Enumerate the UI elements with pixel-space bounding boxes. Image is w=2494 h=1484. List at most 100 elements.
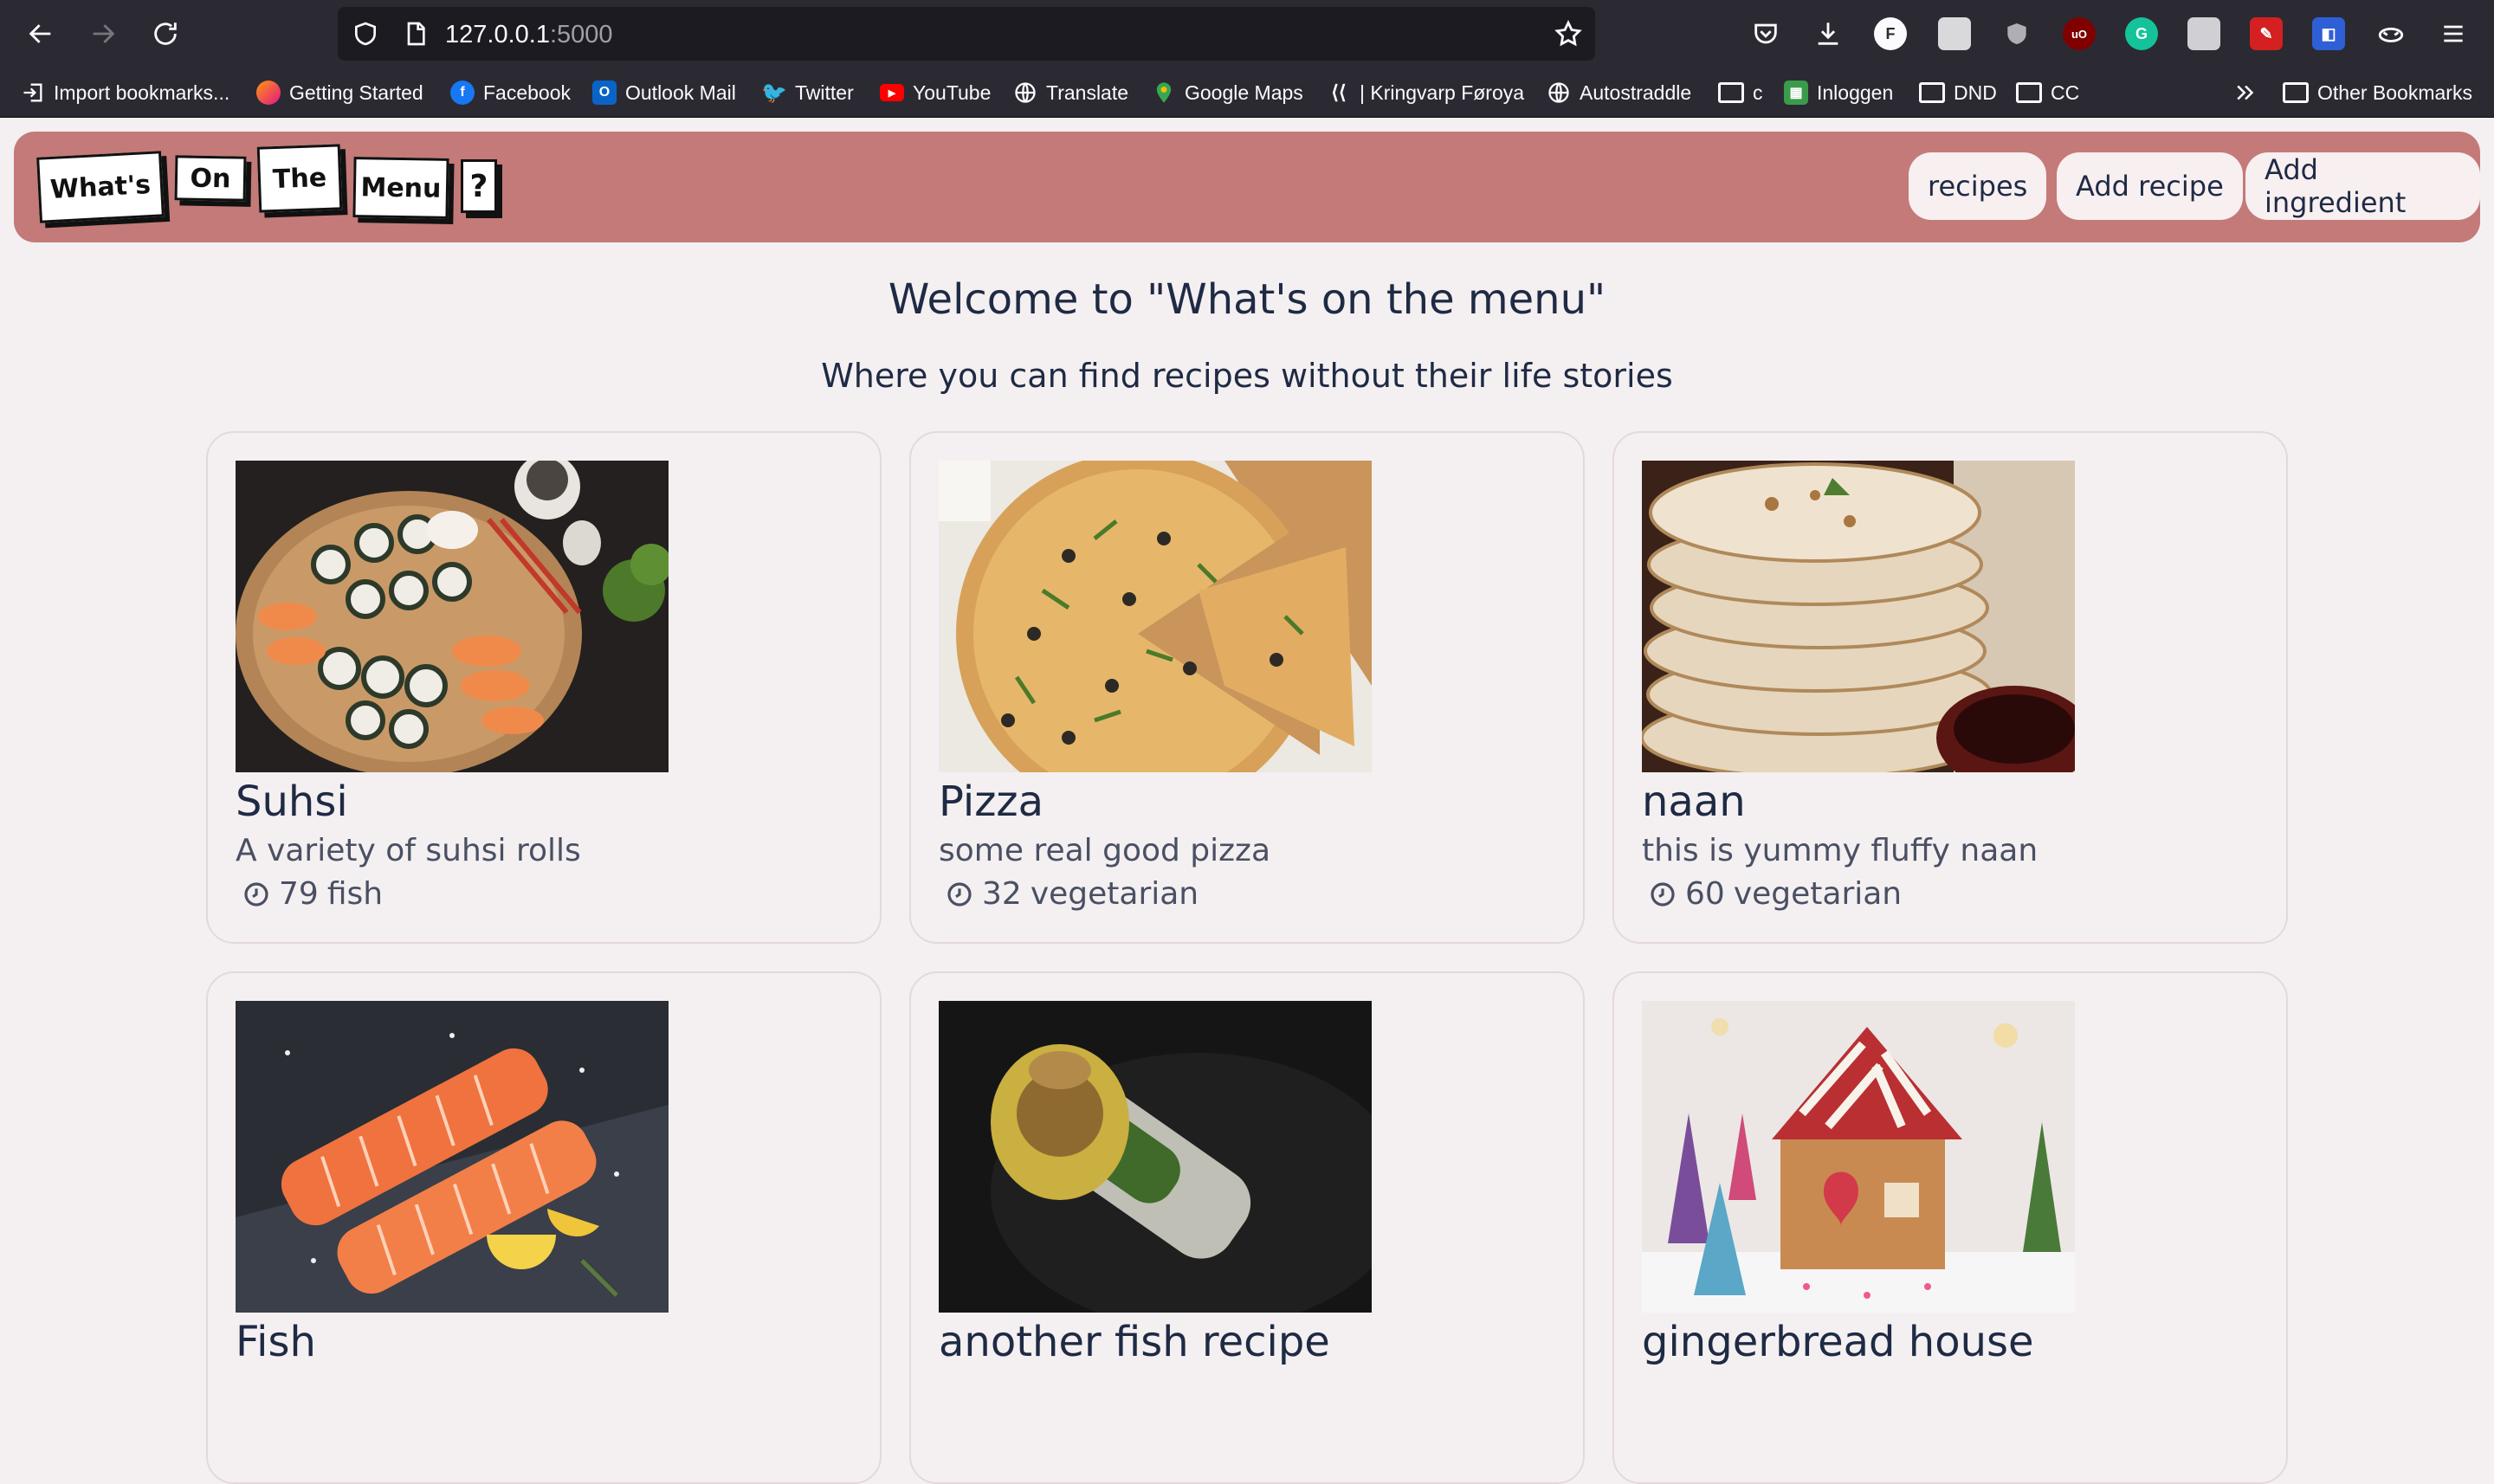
folder-icon — [1919, 82, 1945, 103]
recipe-description: this is yummy fluffy naan — [1642, 833, 2038, 868]
privacy-badger-icon[interactable] — [2000, 17, 2033, 50]
recipe-card-naan[interactable]: naan this is yummy fluffy naan 60 vegeta… — [1612, 431, 2288, 944]
bookmark-facebook[interactable]: f Facebook — [450, 76, 571, 109]
recipe-image[interactable] — [939, 461, 1372, 772]
recipe-title[interactable]: gingerbread house — [1642, 1318, 2034, 1366]
maps-pin-icon — [1156, 82, 1172, 103]
bookmark-twitter[interactable]: 🐦 Twitter — [761, 76, 854, 109]
bookmark-label: Translate — [1046, 81, 1129, 104]
recipe-meta: 60 vegetarian — [1649, 876, 1902, 912]
recipe-meta: 32 vegetarian — [946, 876, 1199, 912]
bookmark-getting-started[interactable]: Getting Started — [256, 76, 423, 109]
logo-word-question: ? — [461, 159, 497, 213]
recipe-title[interactable]: naan — [1642, 777, 1746, 826]
recipe-image[interactable] — [236, 461, 669, 772]
bookmark-label: Import bookmarks... — [54, 81, 230, 104]
nav-add-recipe[interactable]: Add recipe — [2057, 152, 2243, 220]
downloads-icon[interactable] — [1812, 17, 1845, 50]
url-bar[interactable]: 127.0.0.1:5000 — [338, 7, 1595, 61]
firefox-icon — [256, 81, 281, 105]
import-icon — [23, 83, 42, 102]
bookmark-star-icon[interactable] — [1554, 19, 1583, 48]
bookmark-label: DND — [1954, 81, 1997, 104]
recipe-title[interactable]: Pizza — [939, 777, 1043, 826]
outlook-icon: O — [592, 81, 617, 105]
recipe-image[interactable] — [1642, 1001, 2075, 1313]
recipe-card-suhsi[interactable]: Suhsi A variety of suhsi rolls 79 fish — [206, 431, 882, 944]
recipe-title[interactable]: Suhsi — [236, 777, 348, 826]
recipe-meta: 79 fish — [242, 876, 383, 912]
inloggen-icon: ▦ — [1784, 81, 1808, 105]
bookmark-label: CC — [2051, 81, 2080, 104]
bookmark-outlook[interactable]: O Outlook Mail — [592, 76, 736, 109]
clock-icon — [947, 881, 972, 907]
url-port: :5000 — [549, 21, 613, 48]
menu-icon[interactable] — [2437, 17, 2470, 50]
pen-extension-icon[interactable]: ✎ — [2250, 17, 2283, 50]
bookmark-folder-c[interactable]: c — [1718, 76, 1763, 109]
facebook-icon: f — [450, 81, 475, 105]
bookmarks-overflow-icon[interactable] — [2232, 76, 2258, 109]
blank-extension-icon[interactable] — [1938, 17, 1971, 50]
badger-extension-icon[interactable] — [2374, 17, 2407, 50]
shield-icon[interactable] — [352, 20, 379, 48]
recipe-card-gingerbread-house[interactable]: gingerbread house — [1612, 971, 2288, 1484]
bookmark-folder-cc[interactable]: CC — [2016, 76, 2079, 109]
bookmark-label: | Kringvarp Føroya — [1360, 81, 1525, 104]
pocket-icon[interactable] — [1749, 17, 1782, 50]
bookmarks-bar: Import bookmarks... Getting Started f Fa… — [0, 68, 2494, 118]
bookmark-label: Facebook — [483, 81, 572, 104]
bitwarden-icon[interactable]: ◧ — [2312, 17, 2345, 50]
url-text[interactable]: 127.0.0.1:5000 — [445, 21, 613, 49]
back-icon[interactable] — [19, 12, 62, 55]
recipe-image[interactable] — [939, 1001, 1372, 1313]
youtube-icon: ▶ — [880, 84, 904, 101]
globe-icon — [1548, 82, 1569, 103]
recipe-title[interactable]: Fish — [236, 1318, 316, 1366]
nav-add-ingredient[interactable]: Add ingredient — [2245, 152, 2480, 220]
reload-icon[interactable] — [144, 12, 187, 55]
screenshot-extension-icon[interactable] — [2187, 17, 2220, 50]
recipe-description: some real good pizza — [939, 833, 1271, 868]
grammarly-icon[interactable]: G — [2125, 17, 2158, 50]
recipe-image[interactable] — [236, 1001, 669, 1313]
bookmark-import[interactable]: Import bookmarks... — [21, 76, 229, 109]
ublock-icon[interactable]: uO — [2063, 17, 2096, 50]
f-extension-icon[interactable]: F — [1874, 17, 1907, 50]
bookmark-youtube[interactable]: ▶ YouTube — [880, 76, 991, 109]
bookmark-google-maps[interactable]: Google Maps — [1152, 76, 1303, 109]
folder-icon — [2283, 82, 2309, 103]
recipe-card-another-fish-recipe[interactable]: another fish recipe — [909, 971, 1585, 1484]
recipe-title[interactable]: another fish recipe — [939, 1318, 1330, 1366]
bookmark-label: c — [1753, 81, 1763, 104]
bookmark-kringvarp[interactable]: ⟨⟨ | Kringvarp Føroya — [1327, 76, 1524, 109]
recipe-card-fish[interactable]: Fish — [206, 971, 882, 1484]
recipe-image[interactable] — [1642, 461, 2075, 772]
recipe-card-pizza[interactable]: Pizza some real good pizza 32 vegetarian — [909, 431, 1585, 944]
nav-recipes[interactable]: recipes — [1909, 152, 2047, 220]
page-info-icon[interactable] — [402, 20, 430, 48]
bookmark-label: Getting Started — [289, 81, 423, 104]
recipe-time: 60 — [1685, 876, 1725, 912]
bookmark-label: Outlook Mail — [625, 81, 736, 104]
recipe-time: 32 — [982, 876, 1022, 912]
logo-word-whats: What's — [36, 151, 165, 223]
twitter-icon: 🐦 — [761, 81, 787, 105]
recipe-category: vegetarian — [1733, 876, 1903, 912]
clock-icon — [244, 881, 268, 907]
other-bookmarks[interactable]: Other Bookmarks — [2283, 76, 2472, 109]
bookmark-label: YouTube — [913, 81, 992, 104]
bookmark-inloggen[interactable]: ▦ Inloggen — [1784, 76, 1893, 109]
clock-icon — [1651, 881, 1675, 907]
bookmark-label: Autostraddle — [1580, 81, 1692, 104]
other-bookmarks-label: Other Bookmarks — [2317, 81, 2472, 104]
folder-icon — [2016, 82, 2042, 103]
bookmark-autostraddle[interactable]: Autostraddle — [1547, 76, 1691, 109]
recipe-description: A variety of suhsi rolls — [236, 833, 581, 868]
forward-icon[interactable] — [81, 12, 125, 55]
browser-toolbar: 127.0.0.1:5000 F uO G ✎ ◧ — [0, 0, 2494, 68]
logo-word-on: On — [174, 155, 247, 202]
bookmark-translate[interactable]: Translate — [1013, 76, 1128, 109]
logo-word-the: The — [256, 144, 343, 213]
bookmark-folder-dnd[interactable]: DND — [1919, 76, 1997, 109]
